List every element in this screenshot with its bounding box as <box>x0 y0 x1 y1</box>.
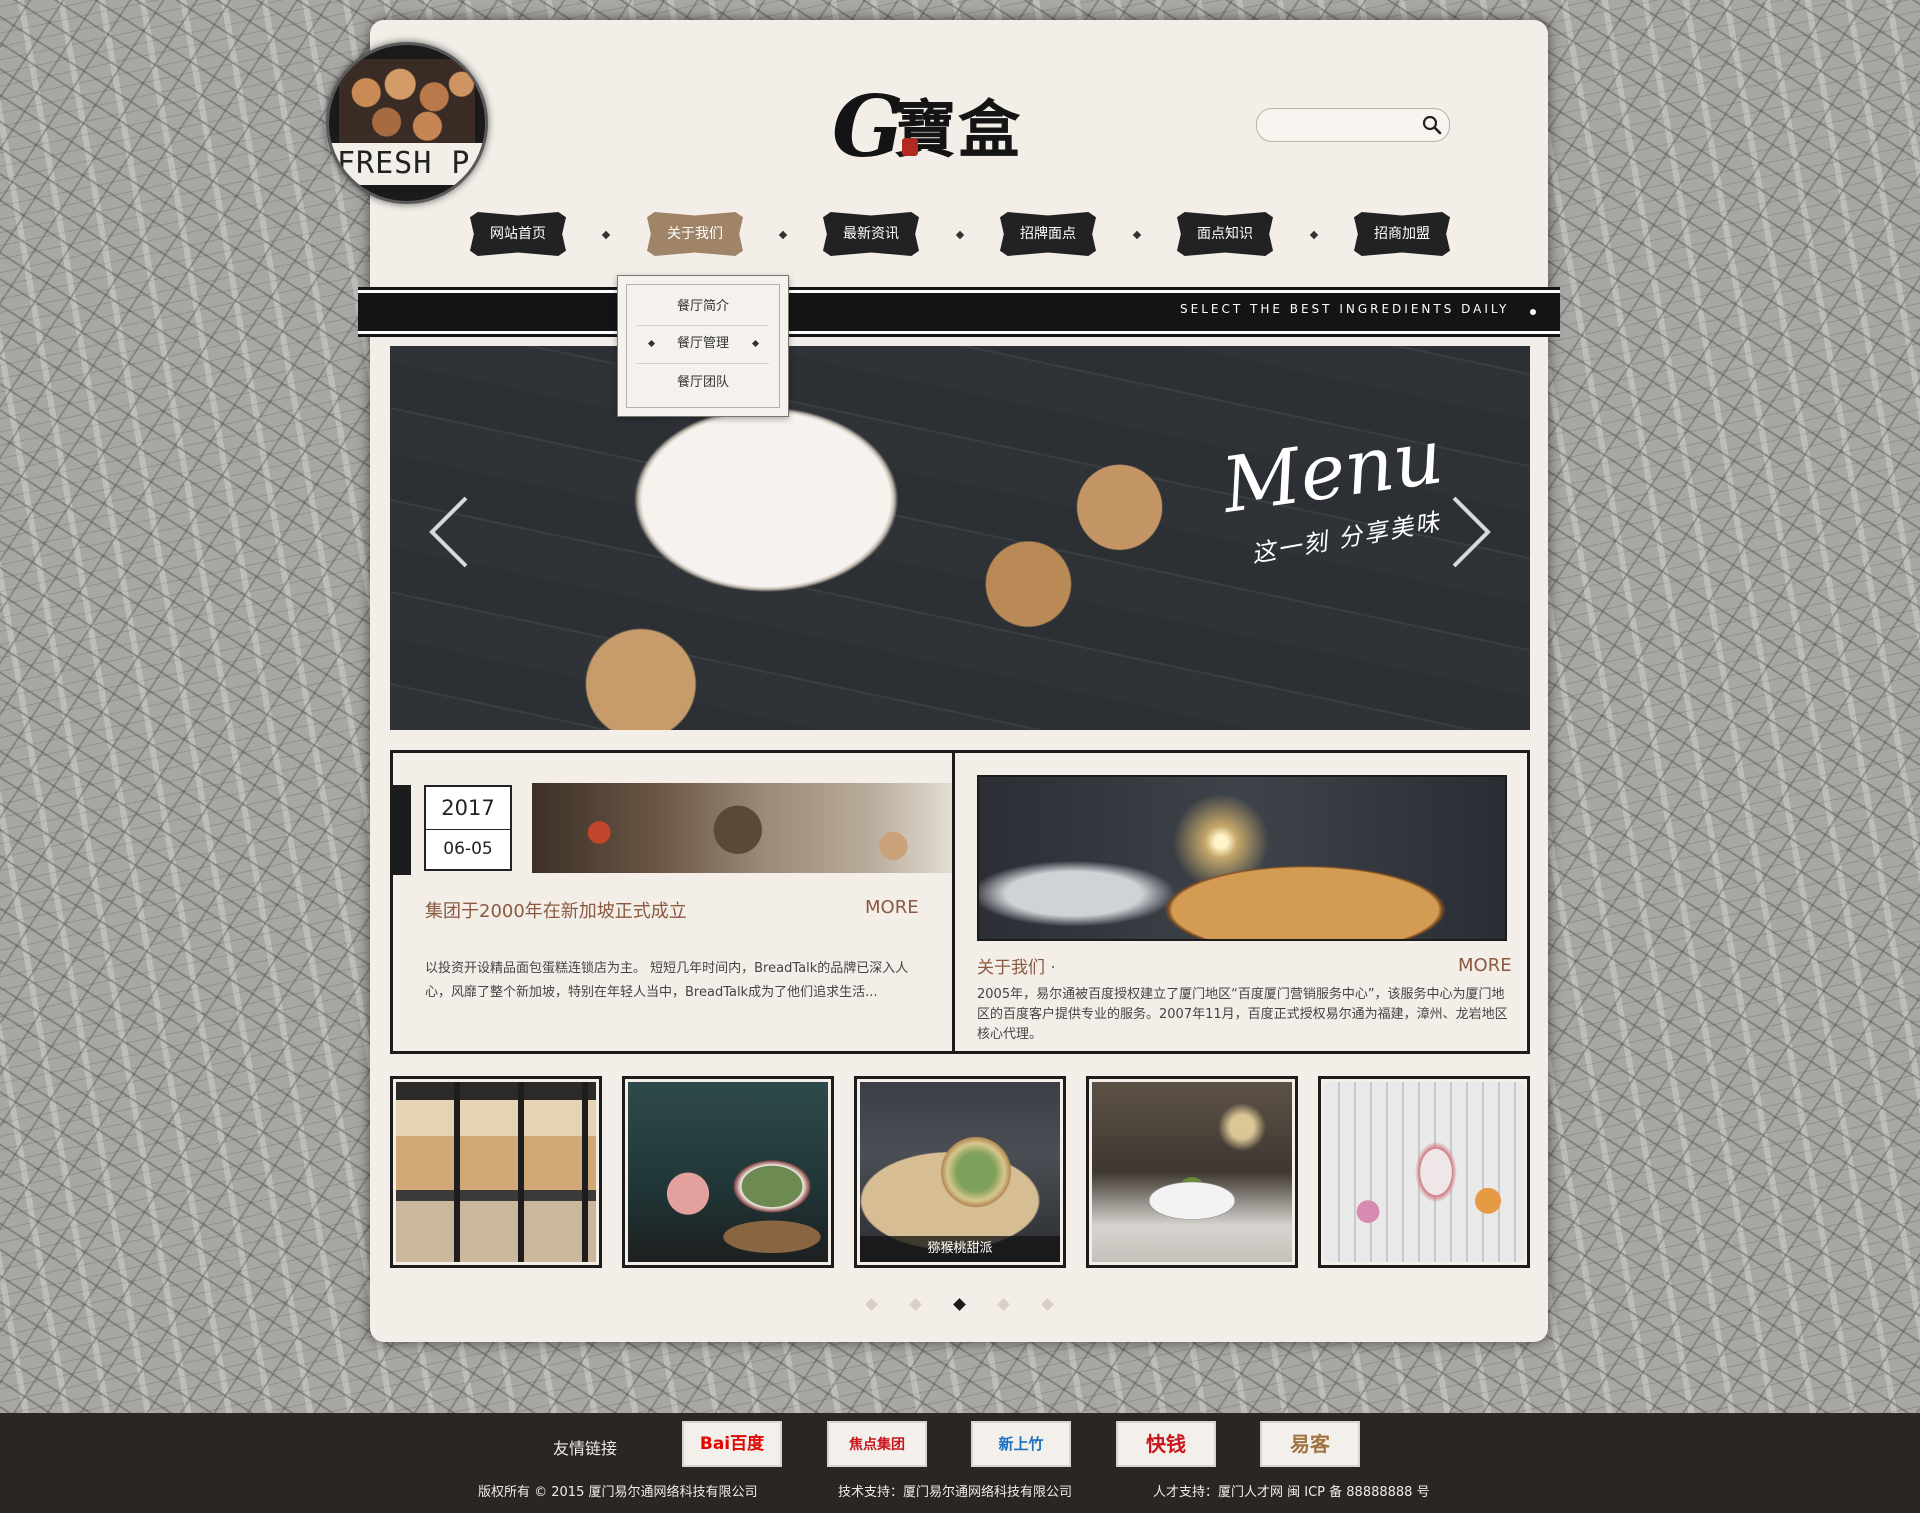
nav-item-home[interactable]: 网站首页 <box>470 212 566 256</box>
partner-link-focus[interactable]: 焦点集团 <box>827 1421 927 1467</box>
focus-group-logo: 焦点集团 <box>849 1437 905 1453</box>
fresh-sign-text: FRESH P <box>329 143 485 185</box>
news-thumbnail[interactable] <box>532 783 952 873</box>
partner-link-99bill[interactable]: 快钱 <box>1116 1421 1216 1467</box>
dropdown-item-team[interactable]: 餐厅团队 <box>627 365 779 401</box>
slogan-text: SELECT THE BEST INGREDIENTS DAILY <box>1180 302 1510 316</box>
slogan-bar: SELECT THE BEST INGREDIENTS DAILY <box>358 290 1560 334</box>
gallery-image <box>628 1082 828 1262</box>
fresh-badge-image: FRESH P <box>326 42 488 204</box>
nav-item-knowledge[interactable]: 面点知识 <box>1177 212 1273 256</box>
news-tab-strip <box>393 785 411 875</box>
search-icon <box>1422 115 1442 135</box>
footer-tech-support: 技术支持：厦门易尔通网络科技有限公司 <box>838 1485 1073 1500</box>
gallery-item[interactable] <box>1086 1076 1298 1268</box>
partner-link-baidu[interactable]: Bai百度 <box>682 1421 782 1467</box>
logo-letter: G <box>832 77 904 176</box>
about-image[interactable] <box>977 775 1507 941</box>
about-title-link[interactable]: 关于我们 · <box>977 953 1056 978</box>
yike-logo: 易客 <box>1290 1432 1330 1456</box>
footer-copyright: 版权所有 © 2015 厦门易尔通网络科技有限公司 <box>478 1485 758 1500</box>
99bill-logo: 快钱 <box>1146 1432 1186 1456</box>
slogan-dot <box>1530 309 1536 315</box>
dropdown-item-intro[interactable]: 餐厅简介 <box>627 289 779 325</box>
gallery-image <box>860 1082 1060 1262</box>
about-description: 2005年，易尔通被百度授权建立了厦门地区“百度厦门营销服务中心”，该服务中心为… <box>977 987 1508 1042</box>
news-description: 以投资开设精品面包蛋糕连锁店为主。 短短几年时间内，BreadTalk的品牌已深… <box>425 961 909 1000</box>
footer-talent-support: 人才支持：厦门人才网 闽 ICP 备 88888888 号 <box>1153 1485 1430 1500</box>
search-box <box>1256 108 1450 142</box>
gallery-image <box>1092 1082 1292 1262</box>
news-more-link[interactable]: MORE <box>865 897 919 918</box>
news-month-day: 06-05 <box>443 839 493 859</box>
gallery-item[interactable] <box>1318 1076 1530 1268</box>
logo-text: 寶盒 <box>894 93 1023 166</box>
dropdown-separator <box>637 363 769 364</box>
news-year: 2017 <box>426 787 510 830</box>
nav-item-franchise[interactable]: 招商加盟 <box>1354 212 1450 256</box>
banner-next-button[interactable] <box>1448 494 1494 570</box>
gallery-item[interactable] <box>622 1076 834 1268</box>
banner-prev-button[interactable] <box>426 494 472 570</box>
hero-banner: Menu 这一刻 分享美味 <box>390 346 1530 730</box>
news-about-panel: 2017 06-05 集团于2000年在新加坡正式成立 MORE 以投资开设精品… <box>390 750 1530 1054</box>
chevron-right-icon <box>1452 496 1491 568</box>
gallery-item[interactable]: 猕猴桃甜派 <box>854 1076 1066 1268</box>
gallery-image <box>396 1082 596 1262</box>
partner-link-yike[interactable]: 易客 <box>1260 1421 1360 1467</box>
baidu-logo: Bai百度 <box>699 1434 765 1454</box>
gallery-item[interactable] <box>390 1076 602 1268</box>
search-button[interactable] <box>1419 112 1445 138</box>
about-more-link[interactable]: MORE <box>1458 955 1512 976</box>
xgzrc-logo: 新上竹 <box>998 1435 1044 1453</box>
nav-item-about[interactable]: 关于我们 <box>647 212 743 256</box>
news-date-box: 2017 06-05 <box>424 785 512 871</box>
chevron-left-icon <box>429 496 468 568</box>
dropdown-inner-frame: 餐厅简介 餐厅管理 餐厅团队 <box>626 284 780 408</box>
site-footer: 友情链接 Bai百度 焦点集团 新上竹 快钱 易客 版权所有 © 2015 厦门… <box>0 1413 1920 1513</box>
nav-item-signature[interactable]: 招牌面点 <box>1000 212 1096 256</box>
site-logo[interactable]: G 寶盒 <box>832 82 1022 172</box>
nav-item-news[interactable]: 最新资讯 <box>823 212 919 256</box>
about-dropdown-menu: 餐厅简介 餐厅管理 餐厅团队 <box>617 275 789 417</box>
logo-seal-icon <box>902 138 918 156</box>
panel-divider <box>952 753 955 1051</box>
news-title-link[interactable]: 集团于2000年在新加坡正式成立 <box>425 897 687 923</box>
partner-link-xgzrc[interactable]: 新上竹 <box>971 1421 1071 1467</box>
bread-image <box>339 59 475 143</box>
gallery-caption: 猕猴桃甜派 <box>860 1236 1060 1262</box>
friendly-links-label: 友情链接 <box>553 1439 618 1458</box>
gallery-image <box>1324 1082 1524 1262</box>
search-input[interactable] <box>1269 115 1413 137</box>
